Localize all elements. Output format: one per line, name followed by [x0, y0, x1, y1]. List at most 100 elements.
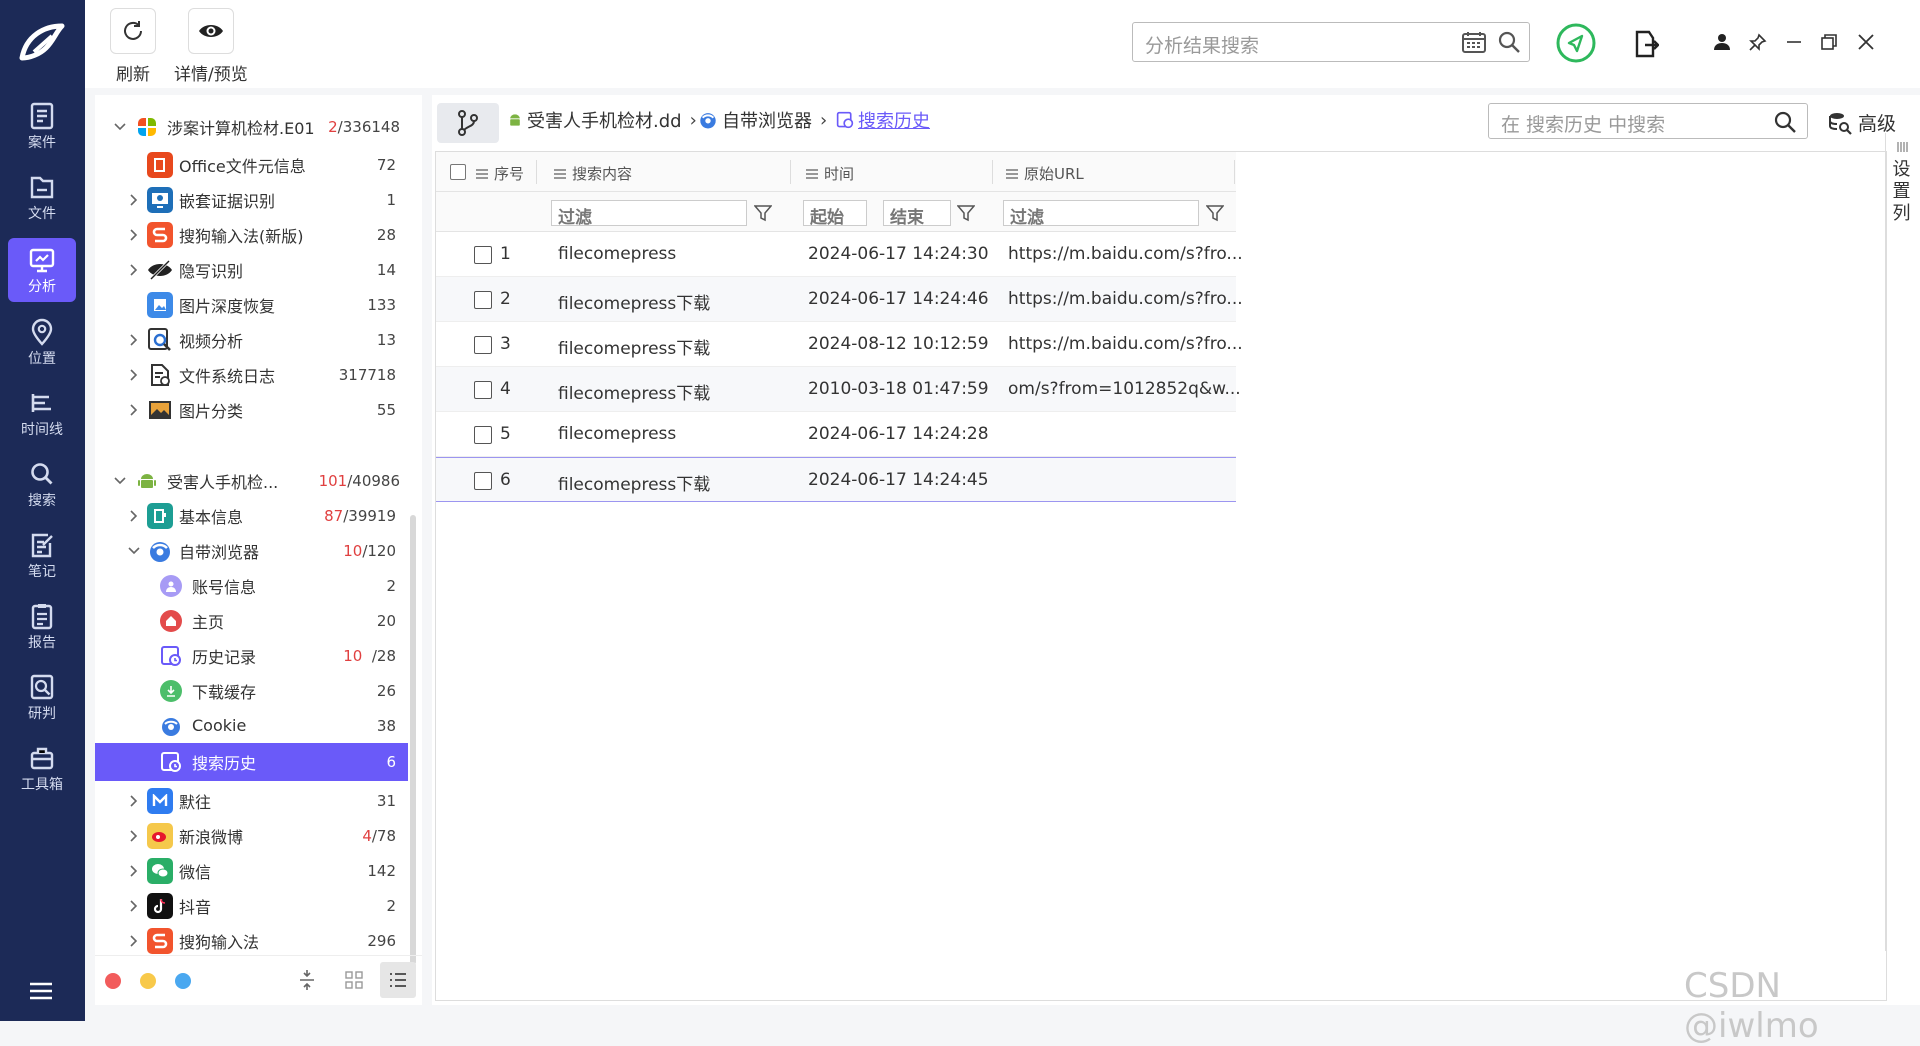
tree-item-nested-evidence[interactable]: 嵌套证据识别 1	[95, 182, 408, 217]
column-header-index[interactable]: 序号	[476, 163, 524, 184]
row-checkbox[interactable]	[474, 336, 492, 354]
tree-item-office-meta[interactable]: Office文件元信息 72	[95, 147, 408, 182]
table-row[interactable]: 6 filecomepress下载 2024-06-17 14:24:45	[436, 457, 1236, 502]
tree-item-label: Office文件元信息	[179, 156, 306, 176]
nav-analysis[interactable]: 分析	[8, 238, 76, 302]
tree-item-image-classify[interactable]: 图片分类 55	[95, 392, 408, 427]
breadcrumb-current[interactable]: 搜索历史	[836, 107, 930, 133]
close-icon[interactable]	[1856, 32, 1876, 52]
nav-judge[interactable]: 研判	[8, 665, 76, 729]
tree-item-count: 133	[367, 295, 396, 314]
restore-icon[interactable]	[1820, 33, 1838, 51]
tree-node-computer-evidence[interactable]: 涉案计算机检材.E01 2/336148	[95, 109, 408, 144]
url-filter-input[interactable]: 过滤	[1003, 200, 1199, 228]
folder-icon	[30, 176, 54, 199]
row-checkbox[interactable]	[474, 291, 492, 309]
red-filter-dot[interactable]	[105, 973, 121, 989]
android-icon	[138, 473, 156, 488]
office-icon	[147, 151, 173, 178]
time-start-input[interactable]: 起始	[803, 200, 867, 228]
tree-item-basic-info[interactable]: 基本信息 87/39919	[95, 498, 408, 533]
column-header-url[interactable]: 原始URL	[1006, 163, 1084, 184]
breadcrumb-app[interactable]: 自带浏览器 ›	[698, 107, 827, 133]
row-checkbox[interactable]	[474, 472, 492, 490]
user-icon[interactable]	[1713, 33, 1731, 51]
grid-view-icon[interactable]	[345, 971, 363, 989]
tree-item-fs-log[interactable]: 文件系统日志 317718	[95, 357, 408, 392]
chevron-down-icon	[114, 476, 126, 484]
content-filter-input[interactable]: 过滤	[551, 200, 747, 228]
blue-filter-dot[interactable]	[175, 973, 191, 989]
tree-item-search-history[interactable]: 搜索历史 6	[95, 743, 408, 781]
row-checkbox[interactable]	[474, 246, 492, 264]
filter-icon[interactable]	[957, 204, 975, 222]
tree-item-weibo[interactable]: 新浪微博 4/78	[95, 818, 408, 853]
filter-icon[interactable]	[754, 204, 772, 222]
row-checkbox[interactable]	[474, 426, 492, 444]
minimize-icon[interactable]	[1785, 33, 1803, 51]
menu-icon[interactable]	[28, 980, 54, 1002]
calendar-icon[interactable]	[1461, 30, 1487, 54]
chevron-right-icon	[130, 333, 138, 346]
tree-item-account-info[interactable]: 账号信息 2	[95, 568, 408, 603]
select-all-checkbox[interactable]	[450, 164, 466, 180]
guide-icon[interactable]	[1555, 22, 1597, 64]
table-row[interactable]: 3 filecomepress下载 2024-08-12 10:12:59 ht…	[436, 322, 1243, 367]
nav-timeline-label: 时间线	[21, 422, 63, 438]
nav-location[interactable]: 位置	[8, 310, 76, 374]
tree-item-image-recovery[interactable]: 图片深度恢复 133	[95, 287, 408, 322]
tree-item-count: 13	[376, 330, 396, 349]
search-icon[interactable]	[1497, 30, 1521, 54]
list-view-button[interactable]	[380, 962, 416, 998]
table-row[interactable]: 1 filecomepress 2024-06-17 14:24:30 http…	[436, 232, 1243, 277]
tree-item-video-analysis[interactable]: 视频分析 13	[95, 322, 408, 357]
table-row[interactable]: 4 filecomepress下载 2010-03-18 01:47:59 om…	[436, 367, 1241, 412]
tree-item-download-cache[interactable]: 下载缓存 26	[95, 673, 408, 708]
tree-item-builtin-browser[interactable]: 自带浏览器 10/120	[95, 533, 408, 568]
nav-case[interactable]: 案件	[8, 94, 76, 158]
tree-item-history[interactable]: 历史记录 10 /28	[95, 638, 408, 673]
column-header-content[interactable]: 搜索内容	[554, 163, 632, 184]
nav-file[interactable]: 文件	[8, 165, 76, 229]
refresh-button[interactable]: 刷新	[110, 8, 156, 85]
tree-item-cookie[interactable]: Cookie 38	[95, 708, 408, 743]
analysis-search-input[interactable]: 分析结果搜索	[1132, 22, 1530, 62]
filter-icon[interactable]	[1206, 204, 1224, 222]
search-icon[interactable]	[1773, 110, 1797, 134]
advanced-search-button[interactable]: 高级	[1828, 109, 1896, 136]
export-icon[interactable]	[1633, 30, 1659, 58]
tree-item-label: 搜索历史	[192, 754, 257, 773]
column-menu-icon	[806, 168, 818, 179]
tree-item-homepage[interactable]: 主页 20	[95, 603, 408, 638]
collapse-icon[interactable]	[298, 969, 316, 991]
detail-preview-button[interactable]: 详情/预览	[174, 8, 248, 85]
tree-scrollbar[interactable]	[410, 515, 416, 965]
pin-icon[interactable]	[1749, 33, 1767, 51]
tree-item-sogou[interactable]: 搜狗输入法 296	[95, 923, 408, 958]
left-nav: 案件 文件 分析 位置 时间线 搜索 笔记 报告 研判 工具箱	[0, 0, 85, 1021]
tree-item-douyin[interactable]: 抖音 2	[95, 888, 408, 923]
table-row[interactable]: 2 filecomepress下载 2024-06-17 14:24:46 ht…	[436, 277, 1243, 322]
column-settings-tab[interactable]: 设 置 列	[1885, 133, 1917, 951]
nav-note[interactable]: 笔记	[8, 523, 76, 587]
tree-item-wechat[interactable]: 微信 142	[95, 853, 408, 888]
tree-item-stego[interactable]: 隐写识别 14	[95, 252, 408, 287]
cell-index: 6	[500, 470, 511, 490]
yellow-filter-dot[interactable]	[140, 973, 156, 989]
branch-button[interactable]	[437, 103, 499, 143]
row-checkbox[interactable]	[474, 381, 492, 399]
tree-item-mowang[interactable]: 默往 31	[95, 783, 408, 818]
tree-item-sogou-new[interactable]: 搜狗输入法(新版) 28	[95, 217, 408, 252]
breadcrumb-device[interactable]: 受害人手机检材.dd ›	[507, 107, 697, 133]
chevron-right-icon	[130, 864, 138, 877]
nav-timeline[interactable]: 时间线	[8, 381, 76, 445]
nav-search[interactable]: 搜索	[8, 452, 76, 516]
nav-toolbox[interactable]: 工具箱	[8, 736, 76, 800]
nav-report[interactable]: 报告	[8, 594, 76, 658]
tree-node-victim-phone[interactable]: 受害人手机检... 101/40986	[95, 463, 408, 498]
time-end-input[interactable]: 结束	[883, 200, 951, 228]
table-search-input[interactable]: 在 搜索历史 中搜索	[1488, 103, 1808, 139]
table-row[interactable]: 5 filecomepress 2024-06-17 14:24:28	[436, 412, 1236, 457]
search-icon	[31, 463, 53, 485]
column-header-time[interactable]: 时间	[806, 163, 854, 184]
